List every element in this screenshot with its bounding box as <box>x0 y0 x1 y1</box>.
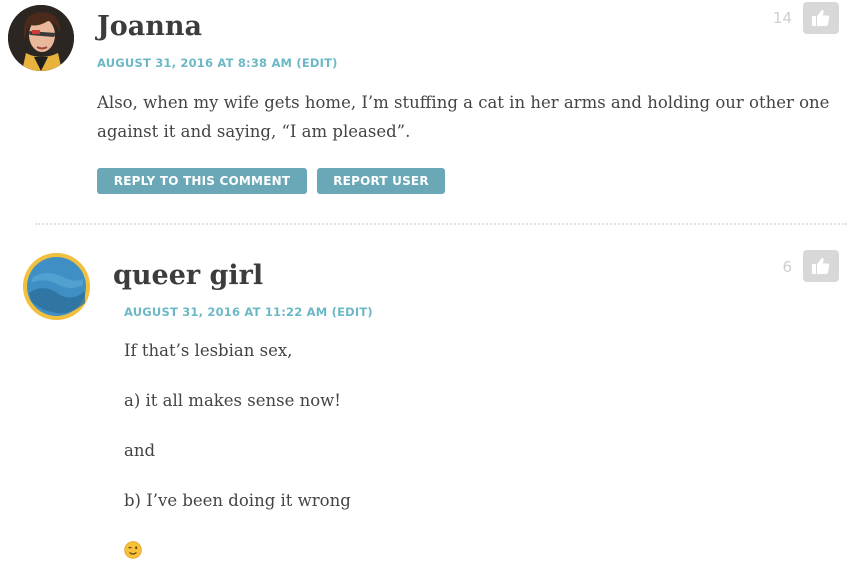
like-button[interactable] <box>803 2 839 34</box>
comment-body: If that’s lesbian sex, a) it all makes s… <box>124 336 824 559</box>
like-count: 6 <box>782 258 792 276</box>
avatar-image <box>8 5 74 71</box>
avatar[interactable] <box>8 5 74 71</box>
reply-button[interactable]: REPLY TO THIS COMMENT <box>97 168 307 194</box>
like-count: 14 <box>772 9 792 27</box>
comment-paragraph: Also, when my wife gets home, I’m stuffi… <box>97 93 830 141</box>
avatar[interactable] <box>23 253 90 320</box>
wink-emoji <box>124 536 824 559</box>
comment-paragraph: If that’s lesbian sex, <box>124 341 293 360</box>
comment-author[interactable]: queer girl <box>113 260 263 291</box>
edit-link[interactable]: (EDIT) <box>296 56 337 70</box>
comment: queer girl AUGUST 31, 2016 AT 11:22 AM (… <box>0 240 847 569</box>
thumbs-up-icon <box>812 258 830 274</box>
comment-divider <box>35 223 847 225</box>
edit-link[interactable]: (EDIT) <box>332 305 373 319</box>
comment-meta: AUGUST 31, 2016 AT 8:38 AM (EDIT) <box>97 56 338 70</box>
comment-date[interactable]: AUGUST 31, 2016 AT 8:38 AM <box>97 56 292 70</box>
comment: Joanna AUGUST 31, 2016 AT 8:38 AM (EDIT)… <box>0 0 847 220</box>
comment-body: Also, when my wife gets home, I’m stuffi… <box>97 88 842 146</box>
report-user-button[interactable]: REPORT USER <box>317 168 445 194</box>
comment-date[interactable]: AUGUST 31, 2016 AT 11:22 AM <box>124 305 327 319</box>
avatar-image <box>23 253 90 320</box>
comment-paragraph: a) it all makes sense now! <box>124 391 341 410</box>
like-button[interactable] <box>803 250 839 282</box>
wink-icon <box>124 541 142 559</box>
comment-author[interactable]: Joanna <box>97 11 202 42</box>
comment-meta: AUGUST 31, 2016 AT 11:22 AM (EDIT) <box>124 305 373 319</box>
comment-paragraph: and <box>124 441 156 460</box>
thumbs-up-icon <box>812 10 830 26</box>
comment-paragraph: b) I’ve been doing it wrong <box>124 491 351 510</box>
